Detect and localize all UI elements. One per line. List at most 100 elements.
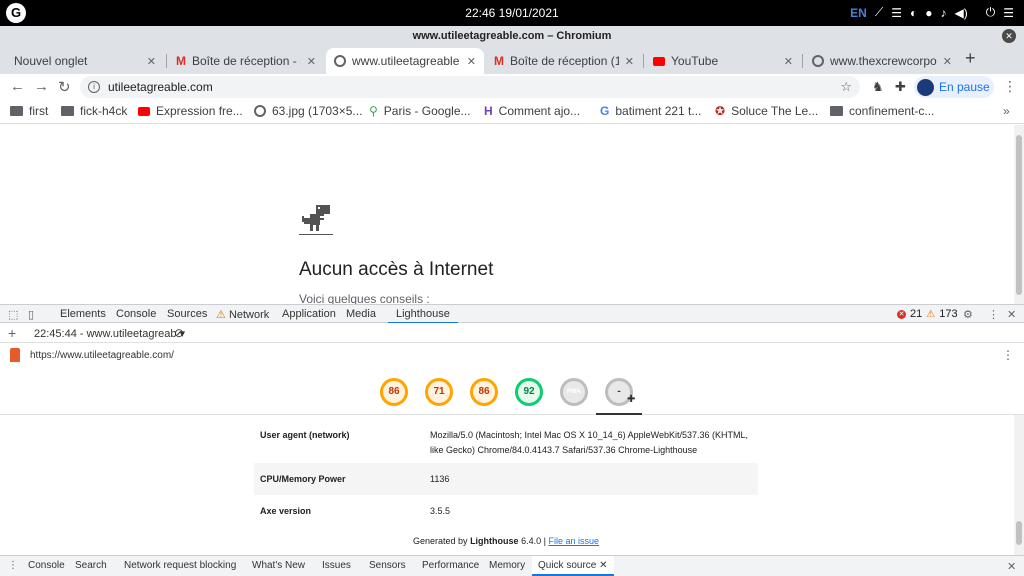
google-icon: G [600,104,610,118]
os-top-bar: G 22:46 19/01/2021 EN ⟋ ☰ ◐ ● ♪ ◀) ⏻ ☰ [0,0,1024,26]
gauge-seo[interactable]: 92 [515,378,543,406]
gauge-pwa[interactable]: PWA [560,378,588,406]
report-select[interactable]: 22:45:44 - www.utileetagreab ▾ [34,327,185,340]
tab-label: Boîte de réception (1 [510,54,619,68]
bookmark-item[interactable]: ✪ Soluce The Le... [715,104,818,118]
tab-close-icon[interactable]: ✕ [147,55,156,68]
bookmarks-bar: first fick-h4ck Expression fre... 63.jpg… [0,100,1024,124]
bookmark-item[interactable]: 63.jpg (1703×5... [254,104,362,118]
scrollbar-thumb[interactable] [1016,521,1022,545]
tab-gmail-2[interactable]: M Boîte de réception (1 ✕ [486,48,642,74]
tab-youtube[interactable]: YouTube ✕ [645,48,801,74]
gauge-accessibility[interactable]: 71 [425,378,453,406]
new-tab-plus-icon[interactable]: + [965,48,976,69]
drawer-tab-sensors[interactable]: Sensors [369,560,406,571]
tab-nouvel-onglet[interactable]: Nouvel onglet ✕ [6,48,164,74]
devtools-close-icon[interactable]: ✕ [1007,308,1016,321]
tab-utileetagreable[interactable]: www.utileetagreable ✕ [326,48,484,74]
window-close-icon[interactable]: ✕ [1002,29,1016,43]
info-icon[interactable]: i [88,81,100,93]
menu-lines-icon[interactable]: ☰ [891,6,902,20]
bookmark-item[interactable]: H Comment ajo... [484,104,580,118]
report-scrollbar[interactable] [1014,415,1024,555]
notification-bell-icon[interactable]: ♪ [941,6,947,20]
profile-button[interactable]: En pause [914,76,994,98]
tab-gmail-1[interactable]: M Boîte de réception - m ✕ [168,48,324,74]
tab-close-icon[interactable]: ✕ [784,55,793,68]
night-light-icon[interactable]: ◐ [910,6,917,20]
gmail-icon: M [494,54,504,68]
devtools-menu-icon[interactable]: ⋮ [988,308,999,321]
bookmark-label: Comment ajo... [498,104,581,118]
table-value: 3.5.5 [430,506,451,516]
bookmark-item[interactable]: first [10,104,48,118]
devtools-tab-sources[interactable]: Sources [167,308,207,320]
drawer-tab-memory[interactable]: Memory [489,560,525,571]
report-url[interactable]: https://www.utileetagreable.com/ [30,350,174,361]
table-row: CPU/Memory Power 1136 [254,463,758,495]
bookmark-item[interactable]: fick-h4ck [61,104,127,118]
tab-label: Nouvel onglet [14,54,88,68]
drawer-tab-search[interactable]: Search [75,560,107,571]
bookmark-item[interactable]: Gbatiment 221 t... [600,104,701,118]
browser-menu-icon[interactable]: ⋮ [1003,78,1017,95]
bookmarks-overflow-icon[interactable]: » [1003,104,1010,118]
devtools-tab-elements[interactable]: Elements [60,308,106,320]
devtools-tab-application[interactable]: Application [282,308,336,320]
reload-icon[interactable]: ↻ [58,78,71,96]
folder-icon [830,106,843,116]
network-icon[interactable]: ⟋ [875,5,883,20]
devtools-tab-lighthouse[interactable]: Lighthouse [388,308,458,324]
maps-pin-icon: ⚲ [369,104,378,118]
tab-close-icon[interactable]: ✕ [625,55,634,68]
dnd-icon[interactable]: ● [925,6,932,20]
tab-thexcrewcorp[interactable]: www.thexcrewcorpor ✕ [804,48,960,74]
system-tray: EN ⟋ ☰ ◐ ● ♪ ◀) ⏻ ☰ [850,5,1014,20]
file-issue-link[interactable]: File an issue [548,536,599,546]
devtools-settings-gear-icon[interactable]: ⚙ [963,308,973,321]
extension-incognito-icon[interactable]: ♞ [872,79,884,95]
devtools-tab-network[interactable]: ⚠ Network [216,308,269,321]
tab-close-icon[interactable]: ✕ [307,55,316,68]
back-arrow-icon[interactable]: ← [10,78,25,95]
scrollbar-thumb[interactable] [1016,135,1022,295]
tab-close-icon[interactable]: ✕ [943,55,952,68]
power-icon[interactable]: ⏻ [986,5,996,20]
drawer-tab-console[interactable]: Console [28,560,65,571]
devtools-tab-media[interactable]: Media [346,308,376,320]
new-report-plus-icon[interactable]: + [8,325,16,341]
drawer-tab-network-request-blocking[interactable]: Network request blocking [124,560,236,571]
devtools-tab-console[interactable]: Console [116,308,156,320]
extensions-puzzle-icon[interactable]: ✚ [895,79,906,95]
volume-icon[interactable]: ◀) [955,6,968,20]
bookmark-label: fick-h4ck [80,104,128,118]
gauge-performance[interactable]: 86 [380,378,408,406]
device-toolbar-icon[interactable]: ▯ [28,308,34,321]
drawer-tab-close-icon[interactable]: ✕ [599,560,607,571]
page-scrollbar[interactable] [1014,125,1024,304]
address-bar-url[interactable]: utileetagreable.com [108,80,213,94]
keyboard-layout-indicator[interactable]: EN [850,6,867,20]
drawer-tab-performance[interactable]: Performance [422,560,479,571]
forward-arrow-icon[interactable]: → [34,78,49,95]
gauge-best-practices[interactable]: 86 [470,378,498,406]
clear-reports-icon[interactable]: ⊘ [174,326,184,340]
bookmark-star-icon[interactable]: ☆ [840,79,852,95]
drawer-menu-icon[interactable]: ⋮ [8,560,18,571]
skull-icon: ✪ [715,104,726,118]
report-menu-icon[interactable]: ⋮ [1002,348,1014,362]
warning-count: 173 [939,308,958,320]
bookmark-item[interactable]: confinement-c... [830,104,934,118]
footer-tool-name: Lighthouse [470,536,519,546]
tab-close-icon[interactable]: ✕ [467,55,476,68]
drawer-close-icon[interactable]: ✕ [1007,560,1016,573]
address-bar[interactable]: i utileetagreable.com ☆ [80,76,860,98]
drawer-tab-quick-source[interactable]: Quick source ✕ [532,556,614,576]
inspect-element-icon[interactable]: ⬚ [8,308,18,321]
drawer-tab-whats-new[interactable]: What's New [252,560,305,571]
issue-counter[interactable]: ✕ 21 ⚠ 173 [897,308,958,320]
system-menu-icon[interactable]: ☰ [1003,6,1014,20]
drawer-tab-issues[interactable]: Issues [322,560,351,571]
bookmark-item[interactable]: Expression fre... [138,104,243,118]
bookmark-item[interactable]: ⚲ Paris - Google... [369,104,471,118]
